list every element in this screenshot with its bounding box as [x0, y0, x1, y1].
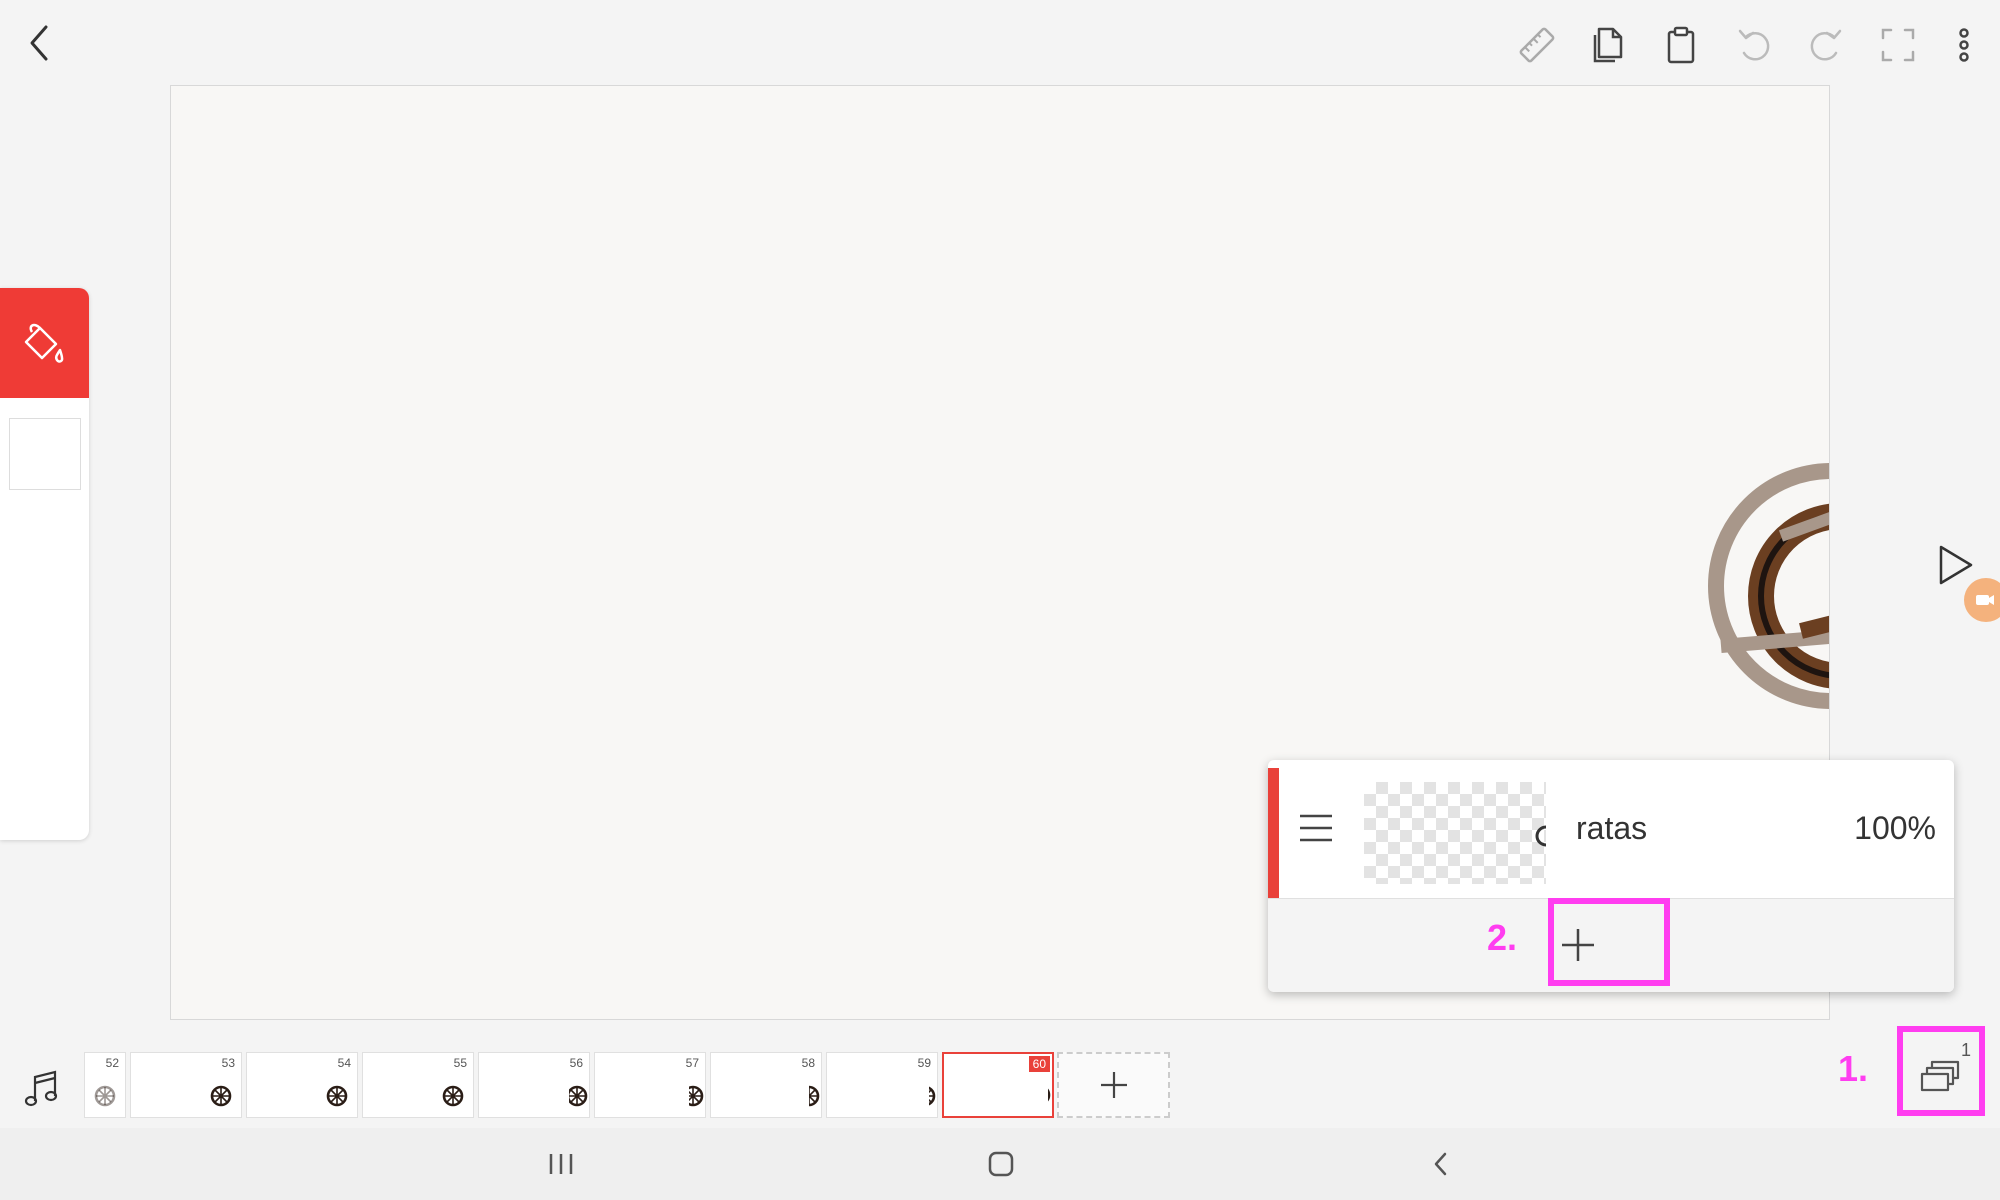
fullscreen-button[interactable] [1871, 18, 1925, 72]
layers-count-badge: 1 [1961, 1040, 1972, 1060]
timeline-frame[interactable]: 60 [942, 1052, 1054, 1118]
copy-button[interactable] [1582, 18, 1636, 72]
tool-panel [0, 288, 89, 840]
undo-button[interactable] [1727, 18, 1781, 72]
chevron-left-icon [30, 25, 48, 61]
timeline-frame[interactable]: 52 [84, 1052, 126, 1118]
music-note-icon [24, 1070, 58, 1107]
timeline-frame[interactable]: 53 [130, 1052, 242, 1118]
layer-name: ratas [1576, 810, 1648, 846]
layers-button[interactable]: 1 [1905, 1034, 1977, 1108]
more-options-button[interactable] [1937, 18, 1991, 72]
wheel-icon [569, 1085, 588, 1107]
frame-number: 59 [917, 1056, 931, 1070]
camera-icon [1976, 595, 1994, 605]
copy-icon [1593, 27, 1623, 63]
frame-number: 58 [801, 1056, 815, 1070]
color-swatch[interactable] [9, 418, 81, 490]
home-icon [988, 1151, 1014, 1177]
redo-icon [1810, 29, 1842, 61]
nav-back-button[interactable] [1416, 1142, 1466, 1186]
wheel-icon [1048, 1088, 1051, 1102]
more-vert-icon [1959, 28, 1969, 62]
layer-thumbnail [1364, 782, 1546, 884]
timeline-frame[interactable]: 56 [478, 1052, 590, 1118]
paste-button[interactable] [1654, 18, 1708, 72]
layer-opacity: 100% [1854, 810, 1936, 846]
frame-number: 54 [337, 1056, 351, 1070]
home-button[interactable] [976, 1142, 1026, 1186]
layers-icon [1920, 1060, 1960, 1092]
frame-number: 56 [569, 1056, 583, 1070]
step-2-label: 2. [1487, 917, 1518, 958]
layer-drag-handle[interactable] [1296, 808, 1336, 848]
layer-row[interactable]: ratas 100% [1268, 768, 1954, 899]
timeline-frame[interactable]: 55 [362, 1052, 474, 1118]
recent-apps-button[interactable] [536, 1142, 586, 1186]
wheel-icon [442, 1085, 464, 1107]
wheel-drawing [1708, 463, 1829, 709]
wheel-thumbnail [1535, 825, 1546, 847]
frame-number: 53 [221, 1056, 235, 1070]
paint-bucket-icon [24, 323, 64, 363]
fill-tool-button[interactable] [0, 288, 89, 398]
frame-number: 57 [685, 1056, 699, 1070]
frame-timeline: 52 53 54 55 56 57 58 59 60 [84, 1052, 1174, 1120]
wheel-icon [326, 1085, 348, 1107]
recent-apps-icon [549, 1154, 573, 1174]
redo-button[interactable] [1799, 18, 1853, 72]
system-nav-bar [0, 1128, 2000, 1200]
fullscreen-icon [1881, 28, 1915, 62]
plus-icon [1100, 1072, 1127, 1098]
highlight-add-layer [1548, 898, 1670, 986]
timeline-frame[interactable]: 58 [710, 1052, 822, 1118]
audio-button[interactable] [18, 1066, 64, 1112]
frame-number: 60 [1028, 1056, 1050, 1072]
layer-selected-indicator [1268, 768, 1279, 898]
timeline-frame[interactable]: 59 [826, 1052, 938, 1118]
add-frame-button[interactable] [1057, 1052, 1170, 1118]
wheel-icon [809, 1085, 820, 1107]
nav-back-icon [1434, 1152, 1447, 1176]
timeline-frame[interactable]: 57 [594, 1052, 706, 1118]
frame-number: 55 [453, 1056, 467, 1070]
wheel-icon [689, 1085, 704, 1107]
drag-handle-icon [1300, 814, 1332, 842]
paste-icon [1667, 26, 1695, 64]
ruler-icon [1519, 27, 1555, 63]
back-button[interactable] [14, 18, 64, 68]
wheel-icon [210, 1085, 232, 1107]
wheel-icon [929, 1086, 936, 1106]
wheel-icon [94, 1085, 116, 1107]
timeline-frame[interactable]: 54 [246, 1052, 358, 1118]
ruler-button[interactable] [1510, 18, 1564, 72]
undo-icon [1738, 29, 1770, 61]
frame-number: 52 [105, 1056, 119, 1070]
step-1-label: 1. [1838, 1048, 1869, 1089]
record-button[interactable] [1964, 578, 2000, 624]
